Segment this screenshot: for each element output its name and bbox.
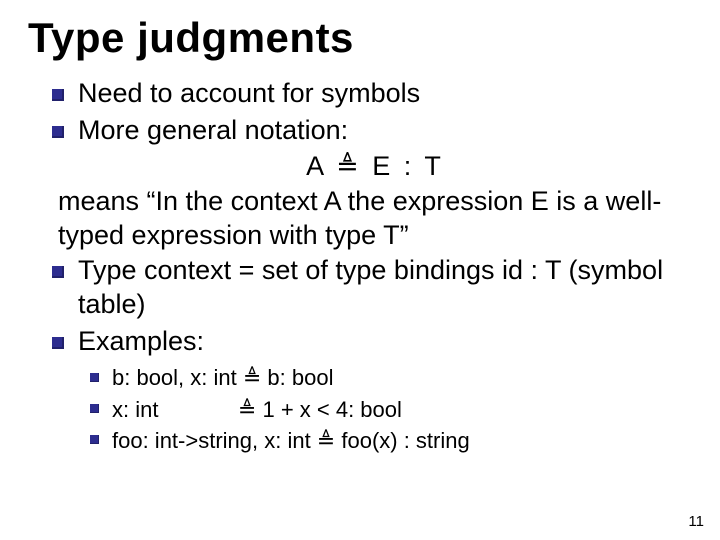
- slide-title: Type judgments: [28, 14, 692, 62]
- bullet-text: More general notation:: [78, 115, 348, 145]
- bullet-list: Need to account for symbols More general…: [28, 76, 692, 147]
- example-text: b: bool, x: int ≜ b: bool: [112, 365, 333, 390]
- bullet-item: Examples:: [48, 324, 692, 359]
- example-item: b: bool, x: int ≜ b: bool: [88, 362, 692, 393]
- slide: Type judgments Need to account for symbo…: [0, 0, 720, 540]
- example-text: x: int ≜ 1 + x < 4: bool: [112, 397, 402, 422]
- bullet-continuation: means “In the context A the expression E…: [28, 184, 692, 253]
- example-item: foo: int->string, x: int ≜ foo(x) : stri…: [88, 425, 692, 456]
- example-item: x: int ≜ 1 + x < 4: bool: [88, 394, 692, 425]
- bullet-item: Type context = set of type bindings id :…: [48, 253, 692, 322]
- example-list: b: bool, x: int ≜ b: bool x: int ≜ 1 + x…: [28, 362, 692, 456]
- example-text: foo: int->string, x: int ≜ foo(x) : stri…: [112, 428, 470, 453]
- bullet-text: Examples:: [78, 326, 204, 356]
- page-number: 11: [688, 513, 704, 530]
- bullet-text: Need to account for symbols: [78, 78, 420, 108]
- bullet-item: More general notation:: [48, 113, 692, 148]
- judgment-notation: A ≜ E : T: [28, 149, 692, 184]
- bullet-text: Type context = set of type bindings id :…: [78, 255, 663, 320]
- bullet-list: Type context = set of type bindings id :…: [28, 253, 692, 359]
- bullet-item: Need to account for symbols: [48, 76, 692, 111]
